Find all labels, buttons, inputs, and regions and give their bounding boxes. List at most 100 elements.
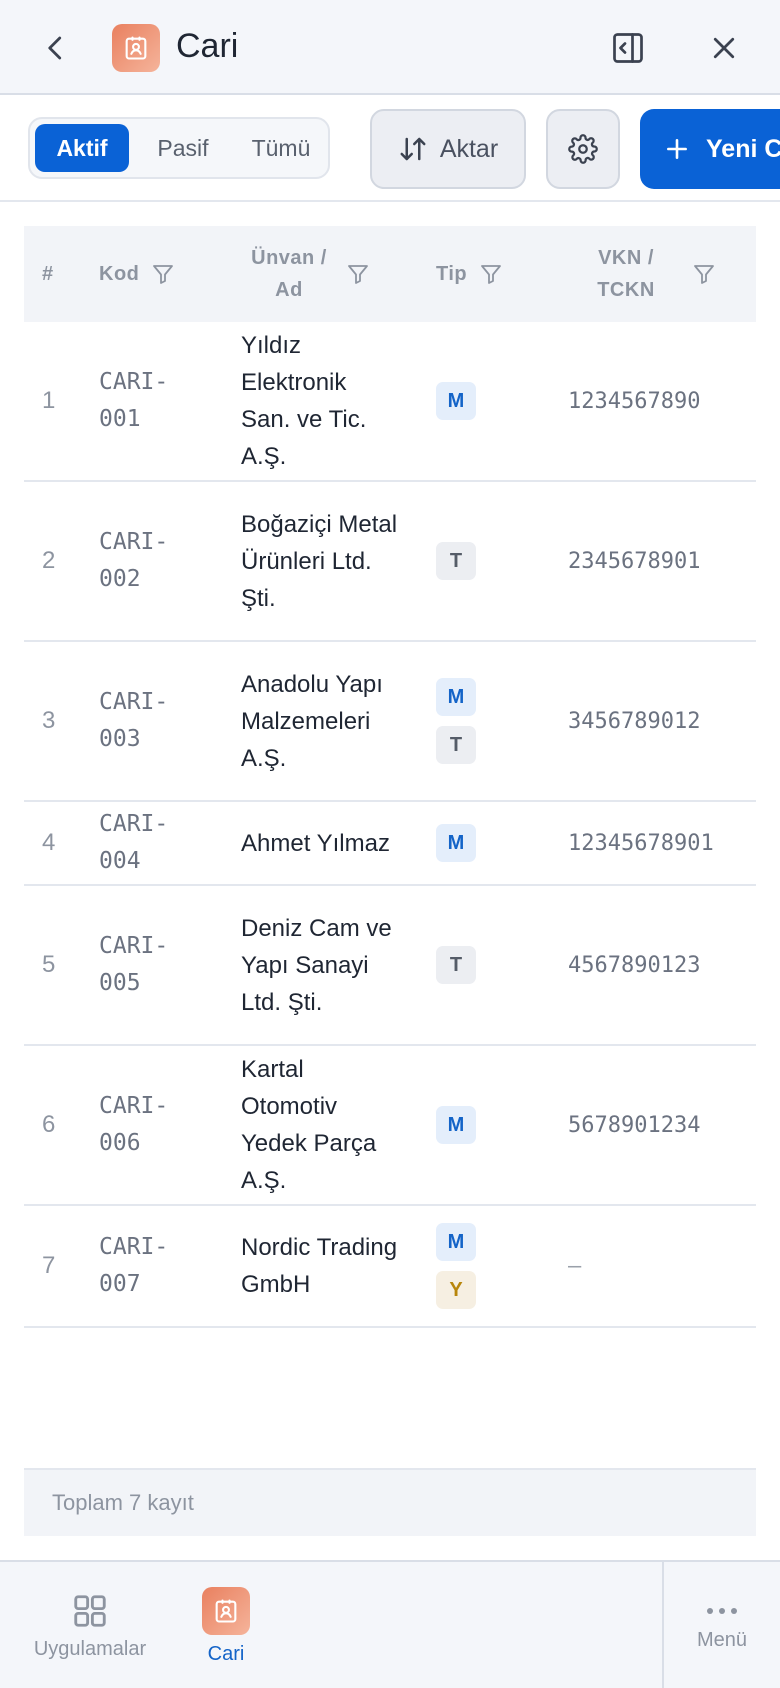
- panel-collapse-icon: [613, 33, 643, 63]
- type-badge: M: [436, 1223, 476, 1261]
- nav-menu[interactable]: Menü: [662, 1562, 780, 1688]
- page-title: Cari: [176, 27, 239, 65]
- nav-apps[interactable]: Uygulamalar: [28, 1562, 152, 1688]
- table-header: # Kod Ünvan / Ad Tip VKN / TCKN: [24, 226, 756, 322]
- close-icon: [713, 37, 735, 59]
- table-row[interactable]: 1 CARI-001 Yıldız Elektronik San. ve Tic…: [24, 322, 756, 482]
- row-type: T: [436, 886, 476, 1044]
- status-segmented-control: Aktif Pasif Tümü: [28, 117, 330, 179]
- column-header-tip[interactable]: Tip: [436, 226, 503, 322]
- nav-apps-label: Uygulamalar: [33, 1637, 147, 1660]
- segment-pasif[interactable]: Pasif: [140, 124, 226, 172]
- row-type: M: [436, 802, 476, 884]
- transfer-button[interactable]: Aktar: [370, 109, 526, 189]
- column-header-unvan[interactable]: Ünvan / Ad: [244, 226, 370, 322]
- column-header-vkn[interactable]: VKN / TCKN: [586, 226, 716, 322]
- app-header: Cari: [0, 0, 780, 95]
- row-title: Ahmet Yılmaz: [241, 829, 390, 857]
- gear-icon: [568, 134, 598, 164]
- row-tax-id: 5678901234: [568, 1112, 701, 1138]
- row-code: CARI-003: [99, 689, 169, 752]
- type-badge: M: [436, 678, 476, 716]
- row-type: M Y: [436, 1206, 476, 1326]
- row-number: 7: [42, 1252, 56, 1279]
- row-tax-id: —: [568, 1253, 582, 1279]
- column-label-tip: Tip: [436, 263, 468, 285]
- row-title: Nordic Trading GmbH: [241, 1234, 398, 1298]
- row-code: CARI-006: [99, 1093, 169, 1156]
- chevron-left-icon: [48, 36, 62, 60]
- type-badge: M: [436, 824, 476, 862]
- row-type: M: [436, 1046, 476, 1204]
- segment-aktif[interactable]: Aktif: [35, 124, 129, 172]
- row-number: 6: [42, 1111, 56, 1138]
- close-button[interactable]: [698, 22, 750, 74]
- transfer-label: Aktar: [439, 134, 499, 163]
- collapse-panel-button[interactable]: [602, 22, 654, 74]
- row-title: Yıldız Elektronik San. ve Tic. A.Ş.: [241, 332, 367, 470]
- new-account-button[interactable]: Yeni Cari: [640, 109, 780, 189]
- sort-arrows-icon: [400, 137, 426, 161]
- row-code: CARI-001: [99, 369, 169, 432]
- nav-cari[interactable]: Cari: [196, 1562, 256, 1688]
- record-count: Toplam 7 kayıt: [24, 1468, 756, 1536]
- type-badge: T: [436, 542, 476, 580]
- row-code: CARI-005: [99, 933, 169, 996]
- row-code: CARI-002: [99, 529, 169, 592]
- nav-cari-label: Cari: [207, 1642, 245, 1665]
- plus-icon: [667, 139, 687, 159]
- row-number: 4: [42, 829, 56, 856]
- type-badge: Y: [436, 1271, 476, 1309]
- column-label-vkn: VKN / TCKN: [597, 247, 655, 301]
- row-title: Boğaziçi Metal Ürünleri Ltd. Şti.: [241, 510, 398, 612]
- table-row[interactable]: 5 CARI-005 Deniz Cam ve Yapı Sanayi Ltd.…: [24, 886, 756, 1046]
- column-label-unvan: Ünvan / Ad: [251, 247, 327, 301]
- row-tax-id: 3456789012: [568, 708, 701, 734]
- toolbar: Aktif Pasif Tümü Aktar Yeni Cari: [0, 97, 780, 202]
- type-badge: M: [436, 1106, 476, 1144]
- type-badge: T: [436, 726, 476, 764]
- table-row[interactable]: 2 CARI-002 Boğaziçi Metal Ürünleri Ltd. …: [24, 482, 756, 642]
- row-number: 5: [42, 951, 56, 978]
- filter-icon[interactable]: [151, 262, 175, 286]
- type-badge: T: [436, 946, 476, 984]
- grid-icon: [74, 1594, 106, 1627]
- table-row[interactable]: 4 CARI-004 Ahmet Yılmaz M 12345678901: [24, 802, 756, 886]
- more-dots-icon: [707, 1607, 737, 1614]
- app-logo: [112, 24, 160, 72]
- column-header-num: #: [42, 226, 54, 322]
- contact-card-icon: [125, 36, 147, 60]
- row-type: T: [436, 482, 476, 640]
- row-type: M T: [436, 642, 476, 800]
- settings-button[interactable]: [546, 109, 620, 189]
- row-tax-id: 2345678901: [568, 548, 701, 574]
- row-tax-id: 4567890123: [568, 952, 701, 978]
- table-row[interactable]: 6 CARI-006 Kartal Otomotiv Yedek Parça A…: [24, 1046, 756, 1206]
- contact-card-icon: [202, 1586, 250, 1635]
- segment-tumu[interactable]: Tümü: [234, 124, 328, 172]
- filter-icon[interactable]: [346, 262, 370, 286]
- row-number: 2: [42, 547, 56, 574]
- row-code: CARI-007: [99, 1234, 169, 1297]
- row-tax-id: 1234567890: [568, 388, 701, 414]
- nav-menu-label: Menü: [696, 1628, 748, 1651]
- table-row[interactable]: 7 CARI-007 Nordic Trading GmbH M Y —: [24, 1206, 756, 1328]
- column-label-num: #: [42, 263, 54, 285]
- filter-icon[interactable]: [692, 262, 716, 286]
- row-number: 3: [42, 707, 56, 734]
- row-tax-id: 12345678901: [568, 830, 714, 856]
- accounts-table: # Kod Ünvan / Ad Tip VKN / TCKN 1 CARI-0…: [24, 226, 756, 1328]
- column-label-kod: Kod: [99, 263, 140, 285]
- row-number: 1: [42, 387, 56, 414]
- row-code: CARI-004: [99, 811, 169, 874]
- row-title: Kartal Otomotiv Yedek Parça A.Ş.: [241, 1056, 377, 1194]
- table-row[interactable]: 3 CARI-003 Anadolu Yapı Malzemeleri A.Ş.…: [24, 642, 756, 802]
- type-badge: M: [436, 382, 476, 420]
- filter-icon[interactable]: [479, 262, 503, 286]
- column-header-kod[interactable]: Kod: [99, 226, 175, 322]
- row-title: Anadolu Yapı Malzemeleri A.Ş.: [241, 670, 383, 772]
- row-title: Deniz Cam ve Yapı Sanayi Ltd. Şti.: [241, 914, 392, 1016]
- row-type: M: [436, 322, 476, 480]
- app-root: Cari Aktif Pasif Tümü Aktar Yeni Cari: [0, 0, 780, 1688]
- back-button[interactable]: [30, 22, 82, 74]
